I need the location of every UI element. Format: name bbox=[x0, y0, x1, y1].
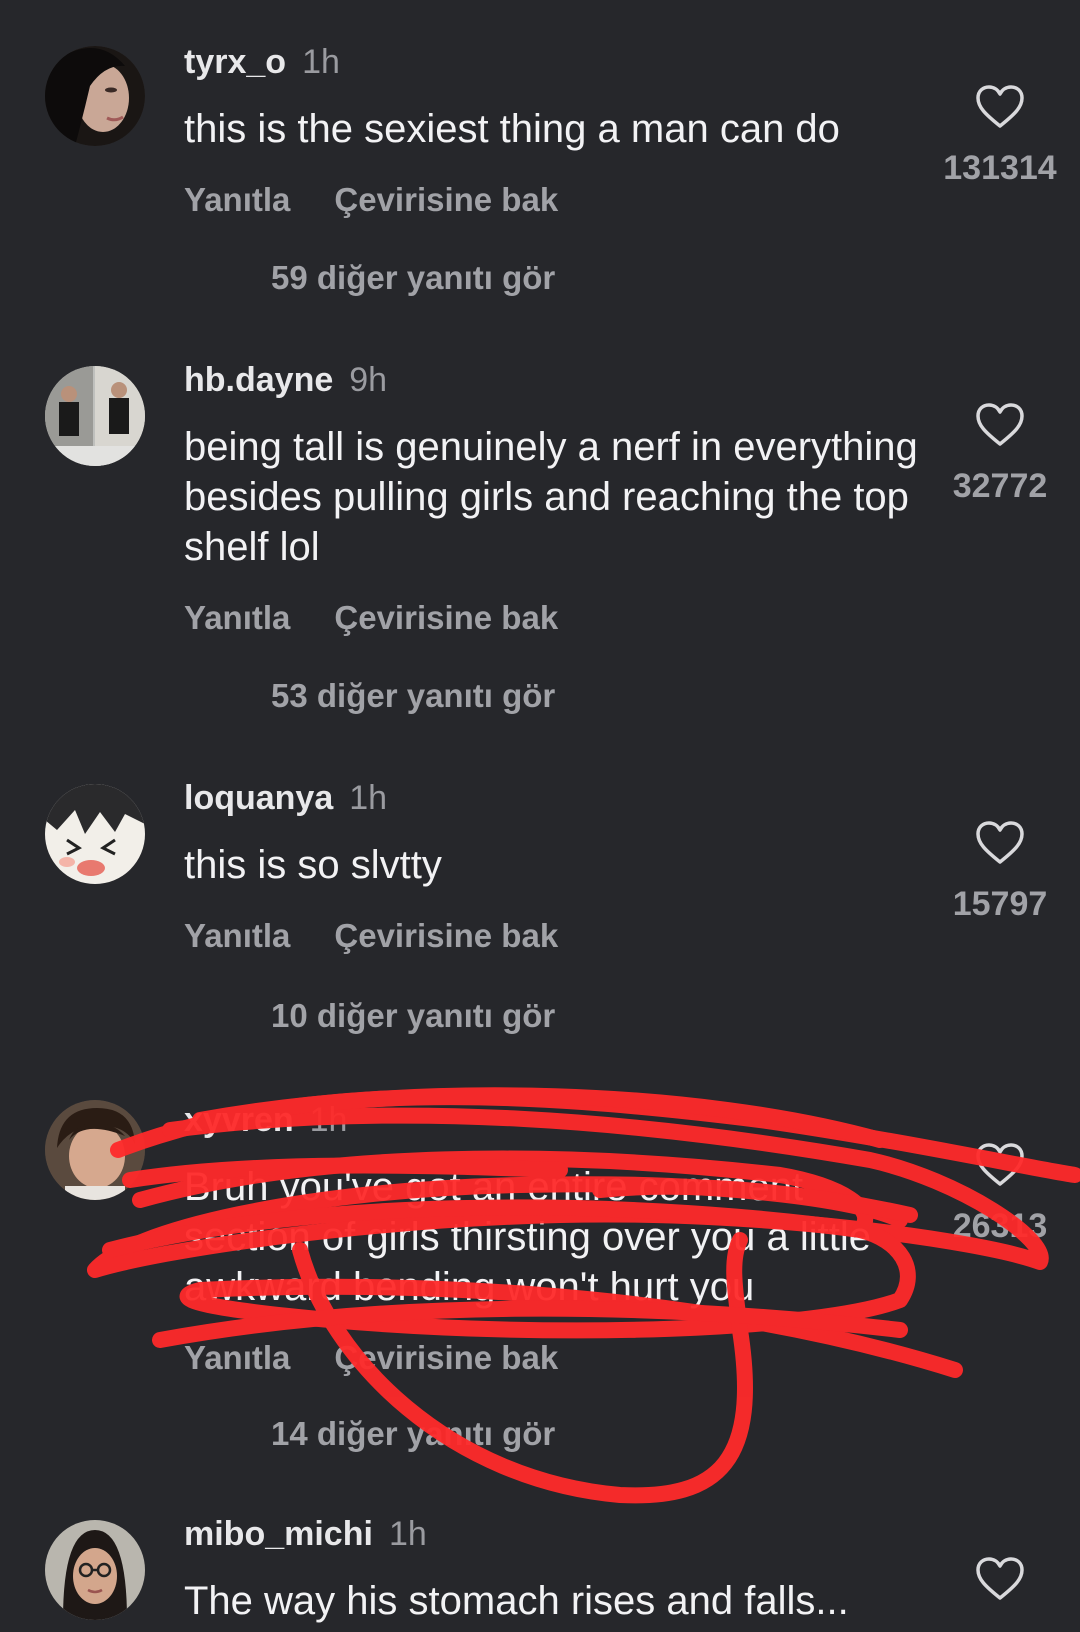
see-translation-button[interactable]: Çevirisine bak bbox=[334, 1339, 558, 1376]
timestamp: 1h bbox=[349, 779, 388, 817]
timestamp: 1h bbox=[309, 1101, 348, 1139]
username[interactable]: loquanya bbox=[184, 779, 333, 817]
comment-text: Bruh you've got an entire comment sectio… bbox=[184, 1165, 871, 1309]
comment-meta: xyvren 1h bbox=[184, 1100, 924, 1140]
like-control: 26313 bbox=[920, 1142, 1080, 1246]
like-control bbox=[920, 1556, 1080, 1602]
comment-text: this is so slvtty bbox=[184, 843, 442, 887]
comment-text: being tall is genuinely a nerf in everyt… bbox=[184, 425, 918, 569]
see-translation-button[interactable]: Çevirisine bak bbox=[334, 917, 558, 954]
heart-outline-icon[interactable] bbox=[975, 1142, 1025, 1188]
reply-button[interactable]: Yanıtla bbox=[184, 181, 290, 218]
view-more-replies[interactable]: 59 diğer yanıtı gör bbox=[271, 258, 555, 298]
username[interactable]: xyvren bbox=[184, 1101, 294, 1139]
comments-page: tyrx_o 1h this is the sexiest thing a man… bbox=[0, 0, 1080, 1632]
like-count: 131314 bbox=[943, 149, 1057, 187]
heart-outline-icon[interactable] bbox=[975, 402, 1025, 448]
comment-body: loquanya 1h this is so slvtty Yanıtla Çevi… bbox=[184, 778, 924, 956]
like-count: 15797 bbox=[952, 885, 1048, 923]
comment-body: tyrx_o 1h this is the sexiest thing a man… bbox=[184, 42, 924, 220]
avatar[interactable] bbox=[45, 1100, 145, 1200]
avatar[interactable] bbox=[45, 366, 145, 466]
avatar[interactable] bbox=[45, 46, 145, 146]
comment-meta: hb.dayne 9h bbox=[184, 360, 924, 400]
comment-meta: mibo_michi 1h bbox=[184, 1514, 924, 1554]
view-more-replies[interactable]: 10 diğer yanıtı gör bbox=[271, 996, 555, 1036]
like-count: 32772 bbox=[952, 467, 1048, 505]
comment-actions: Yanıtla Çevirisine bak bbox=[184, 180, 924, 220]
username[interactable]: hb.dayne bbox=[184, 361, 333, 399]
comment-actions: Yanıtla Çevirisine bak bbox=[184, 916, 924, 956]
heart-outline-icon[interactable] bbox=[975, 1556, 1025, 1602]
comment-actions: Yanıtla Çevirisine bak bbox=[184, 598, 924, 638]
see-translation-button[interactable]: Çevirisine bak bbox=[334, 599, 558, 636]
heart-outline-icon[interactable] bbox=[975, 84, 1025, 130]
reply-button[interactable]: Yanıtla bbox=[184, 599, 290, 636]
view-more-replies[interactable]: 53 diğer yanıtı gör bbox=[271, 676, 555, 716]
avatar[interactable] bbox=[45, 1520, 145, 1620]
view-more-replies[interactable]: 14 diğer yanıtı gör bbox=[271, 1414, 555, 1454]
reply-button[interactable]: Yanıtla bbox=[184, 917, 290, 954]
username[interactable]: tyrx_o bbox=[184, 43, 286, 81]
comment-body: xyvren 1h Bruh you've got an entire comme… bbox=[184, 1100, 924, 1378]
comment-body: mibo_michi 1h The way his stomach rises a… bbox=[184, 1514, 924, 1626]
like-control: 131314 bbox=[920, 84, 1080, 188]
username[interactable]: mibo_michi bbox=[184, 1515, 373, 1553]
timestamp: 1h bbox=[388, 1515, 427, 1553]
comment-actions: Yanıtla Çevirisine bak bbox=[184, 1338, 924, 1378]
heart-outline-icon[interactable] bbox=[975, 820, 1025, 866]
comment-meta: loquanya 1h bbox=[184, 778, 924, 818]
comment-meta: tyrx_o 1h bbox=[184, 42, 924, 82]
timestamp: 9h bbox=[349, 361, 388, 399]
like-control: 32772 bbox=[920, 402, 1080, 506]
see-translation-button[interactable]: Çevirisine bak bbox=[334, 181, 558, 218]
like-control: 15797 bbox=[920, 820, 1080, 924]
timestamp: 1h bbox=[302, 43, 340, 81]
comment-body: hb.dayne 9h being tall is genuinely a ner… bbox=[184, 360, 924, 638]
like-count: 26313 bbox=[952, 1207, 1048, 1245]
comment-text: this is the sexiest thing a man can do bbox=[184, 107, 840, 151]
avatar[interactable] bbox=[45, 784, 145, 884]
reply-button[interactable]: Yanıtla bbox=[184, 1339, 290, 1376]
comment-text: The way his stomach rises and falls... bbox=[184, 1579, 849, 1623]
